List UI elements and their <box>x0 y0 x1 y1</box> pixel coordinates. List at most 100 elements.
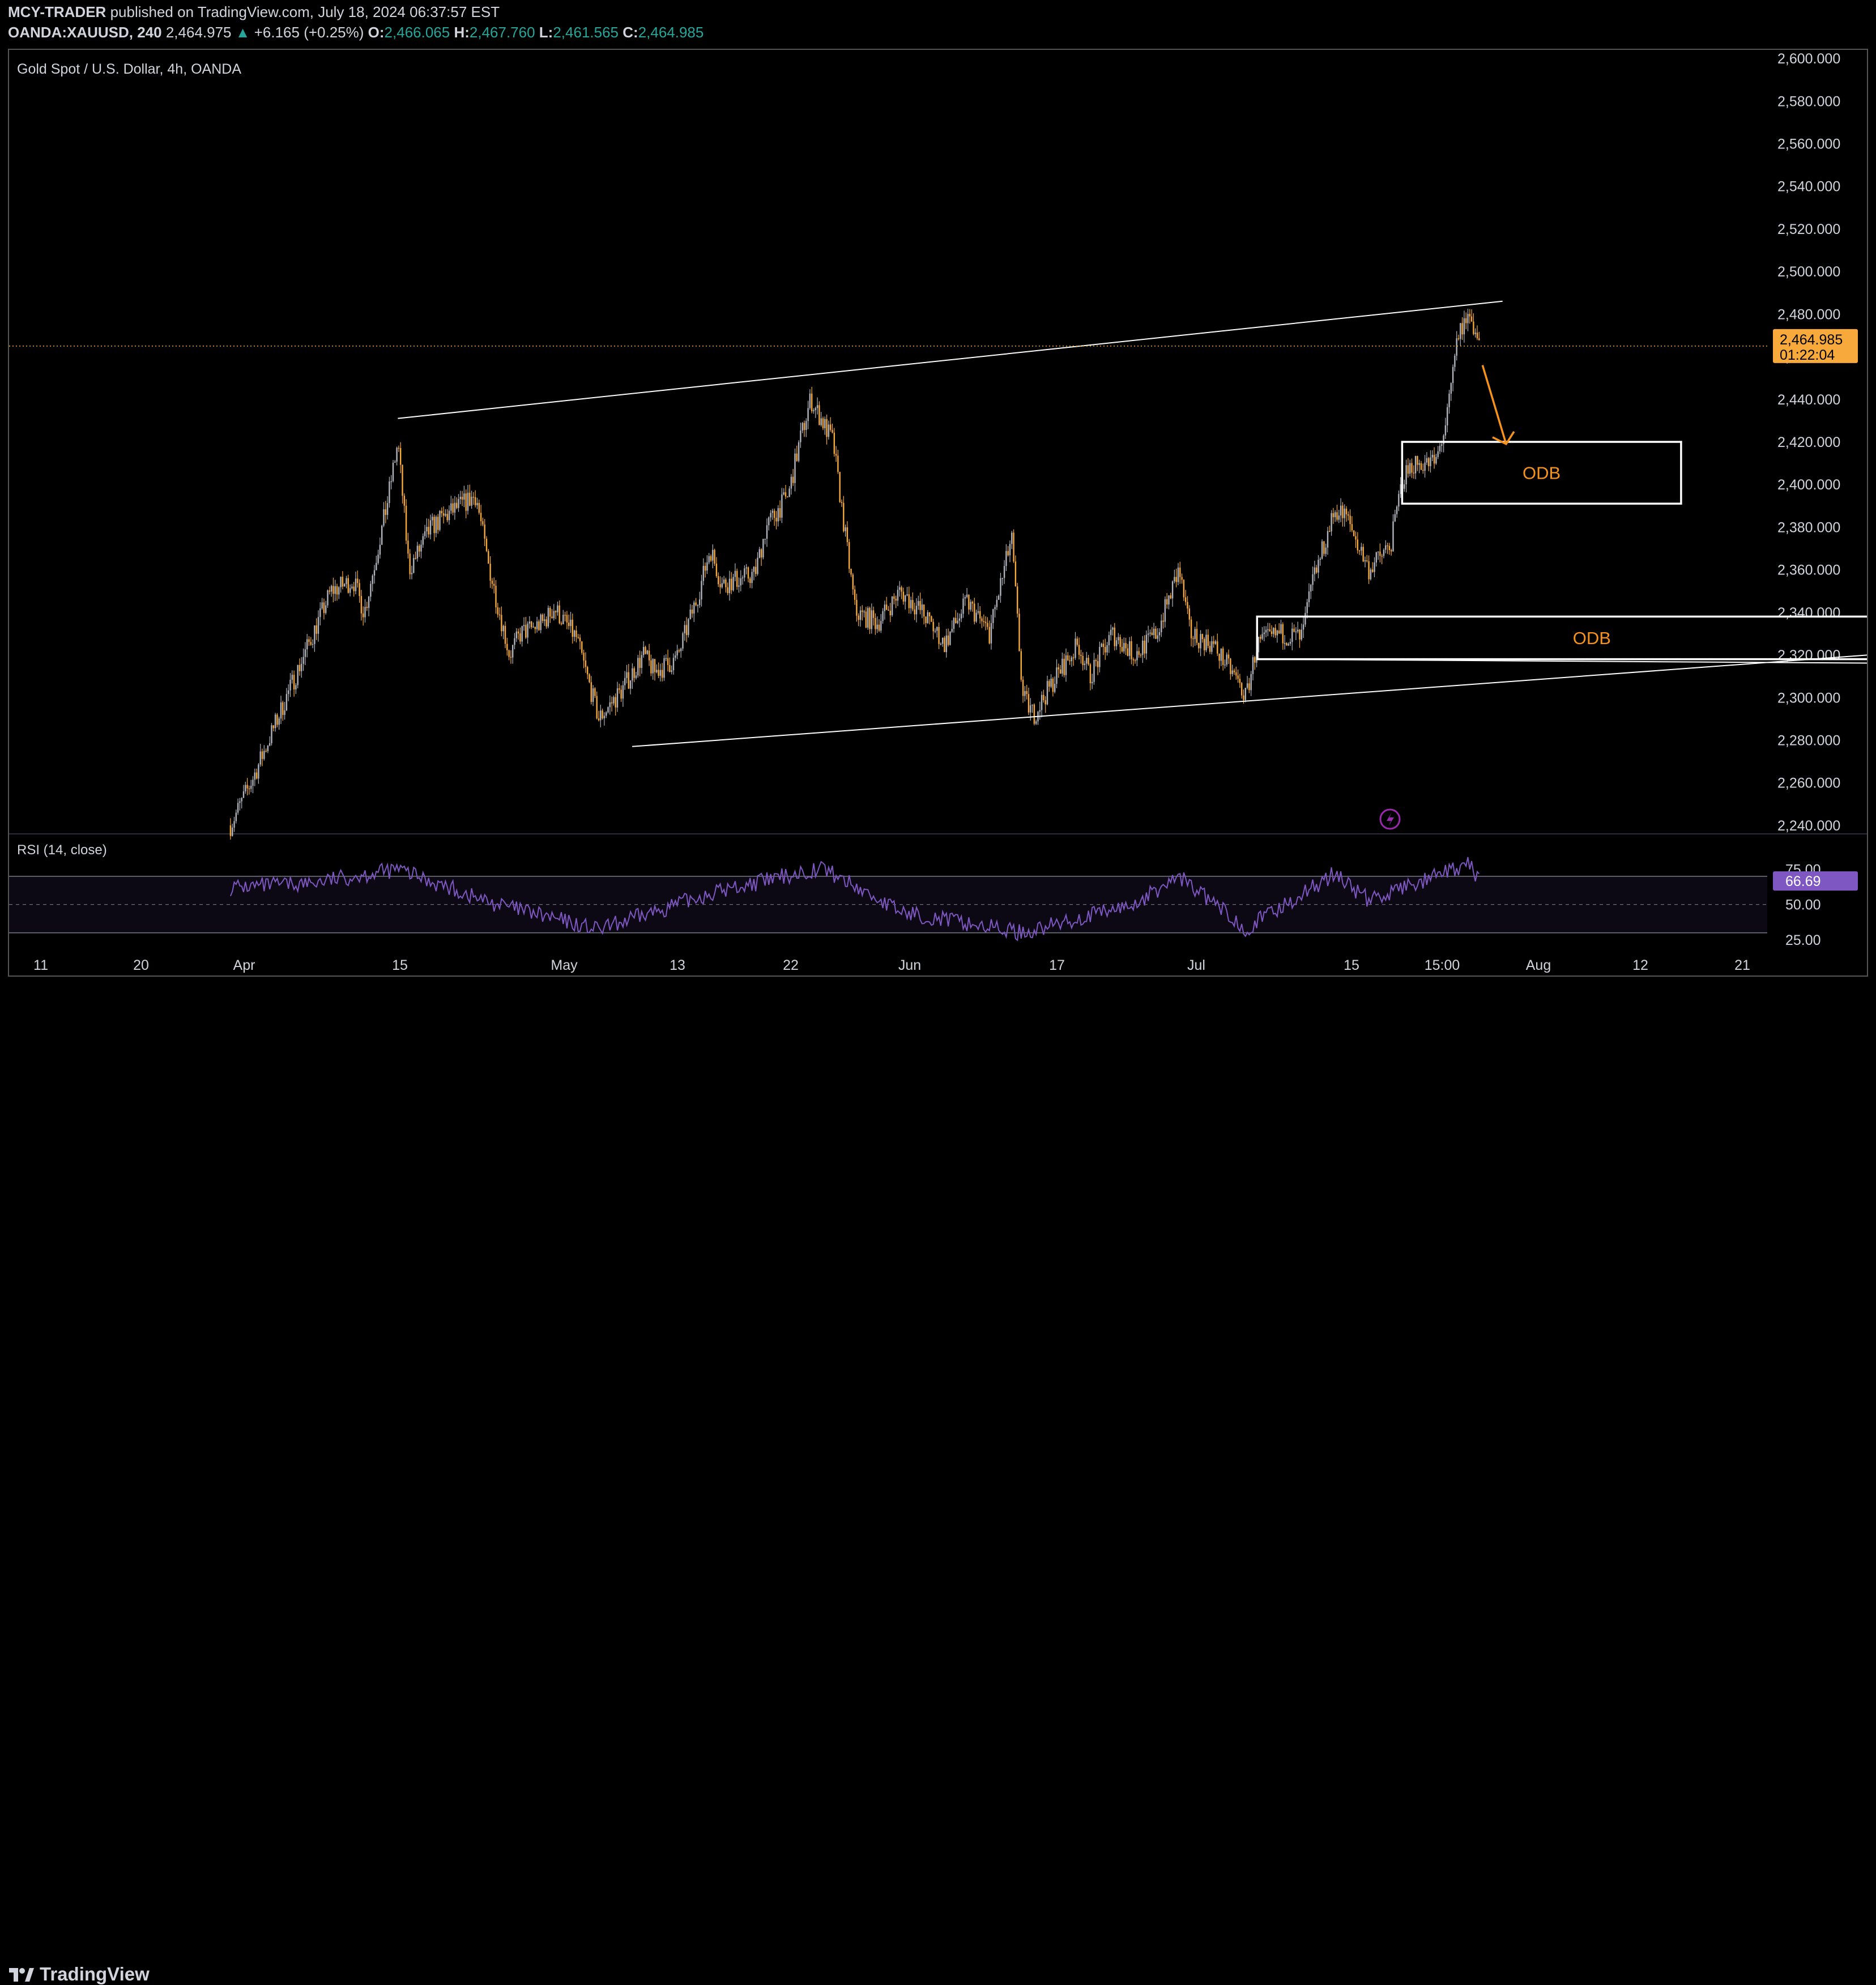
candle-body <box>280 702 282 719</box>
price-tick-label: 2,420.000 <box>1777 435 1840 450</box>
candle-body <box>1422 470 1424 471</box>
candle-body <box>1204 638 1205 650</box>
candle-body <box>796 453 798 461</box>
candle-body <box>843 502 845 531</box>
candle-body <box>676 650 678 655</box>
candle-body <box>515 631 517 638</box>
candle-body <box>1366 560 1368 561</box>
candle-body <box>751 572 753 583</box>
candle-body <box>1465 318 1467 323</box>
candle-body <box>323 602 325 614</box>
chart-canvas[interactable]: Gold Spot / U.S. Dollar, 4h, OANDA 2,600… <box>9 50 1867 976</box>
price-tick-label: 2,440.000 <box>1777 392 1840 408</box>
candle-body <box>955 617 957 623</box>
candle-body <box>553 611 555 619</box>
candle-body <box>1084 663 1086 665</box>
candle-body <box>1144 640 1145 654</box>
rsi-tick-label: 50.00 <box>1785 897 1821 913</box>
candle-body <box>859 610 862 620</box>
candle-body <box>1227 654 1230 659</box>
candle-body <box>364 607 366 617</box>
trendline <box>632 654 1867 747</box>
time-tick-label: 17 <box>1049 957 1065 973</box>
candle-body <box>665 658 667 659</box>
candle-body <box>1463 318 1465 335</box>
candle-body <box>1179 567 1181 577</box>
candle-body <box>1033 704 1035 724</box>
candle-body <box>478 502 480 513</box>
candle-body <box>1260 637 1261 639</box>
candle-body <box>1196 629 1198 643</box>
tradingview-logo[interactable]: TradingView <box>8 1963 150 1985</box>
candle-body <box>1134 660 1136 661</box>
candle-body <box>531 621 532 628</box>
candle-body <box>645 647 646 654</box>
tradingview-icon <box>9 1968 34 1982</box>
candle-body <box>1102 644 1105 648</box>
candle-body <box>293 675 295 690</box>
candle-body <box>416 546 419 559</box>
candle-body <box>1478 338 1480 340</box>
candle-body <box>428 527 429 535</box>
candle-body <box>1209 646 1211 652</box>
lightning-icon[interactable] <box>1379 808 1401 830</box>
rsi-pane[interactable]: 75.0050.0025.00 <box>9 857 1821 948</box>
candle-body <box>905 595 906 602</box>
candle-body <box>1192 638 1194 640</box>
candle-body <box>1319 559 1321 560</box>
candle-body <box>1013 533 1014 562</box>
time-tick-label: 12 <box>1632 957 1648 973</box>
candle-body <box>852 574 854 590</box>
candle-body <box>285 694 288 710</box>
candle-body <box>1461 323 1463 335</box>
candle-body <box>951 629 953 632</box>
rsi-label[interactable]: RSI (14, close) <box>17 842 107 858</box>
candle-body <box>1022 679 1024 696</box>
candle-body <box>248 788 250 790</box>
trendlines[interactable] <box>9 300 1867 747</box>
candle-body <box>485 538 488 551</box>
quote-line: OANDA:XAUUSD, 240 2,464.975 ▲ +6.165 (+0… <box>8 24 704 41</box>
candle-body <box>1353 530 1355 536</box>
candle-body <box>1073 657 1075 659</box>
candle-body <box>1407 465 1409 474</box>
candle-body <box>545 619 547 627</box>
candle-body <box>594 688 596 696</box>
candle-body <box>532 627 534 628</box>
candle-body <box>370 583 372 597</box>
chart-frame[interactable]: Gold Spot / U.S. Dollar, 4h, OANDA 2,600… <box>8 49 1868 977</box>
candle-body <box>498 614 501 616</box>
last-price: 2,464.975 <box>165 24 232 41</box>
candle-body <box>245 785 246 791</box>
candle-body <box>527 623 528 638</box>
candle-body <box>629 680 632 689</box>
candle-body <box>893 596 895 599</box>
candle-body <box>685 625 688 635</box>
candle-body <box>682 633 684 649</box>
candle-body <box>512 645 514 658</box>
candle-body <box>606 712 607 716</box>
candle-body <box>1361 547 1362 551</box>
candle-body <box>514 638 515 645</box>
candle-body <box>1338 515 1340 520</box>
candle-body <box>1379 551 1381 556</box>
candle-body <box>624 678 626 685</box>
candle-body <box>865 611 867 628</box>
candle-body <box>575 630 577 637</box>
price-tick-label: 2,380.000 <box>1777 519 1840 535</box>
close-label: C: <box>623 24 638 41</box>
time-axis[interactable]: 11 20 Apr 15 May 13 22 Jun 17 Jul 15 15:00 Aug 12 21 <box>33 957 1750 973</box>
candle-body <box>1078 645 1080 655</box>
candle-body <box>745 567 747 569</box>
author-name[interactable]: MCY-TRADER <box>8 3 106 20</box>
candle-body <box>609 702 611 708</box>
symbol-label[interactable]: OANDA:XAUUSD, 240 <box>8 24 162 41</box>
candle-body <box>902 591 905 602</box>
candle-body <box>347 578 349 593</box>
candle-body <box>289 679 291 691</box>
candle-body <box>1452 367 1454 384</box>
candle-body <box>1257 637 1260 653</box>
candle-body <box>648 650 650 661</box>
candle-body <box>432 517 433 521</box>
candle-body <box>489 564 491 581</box>
